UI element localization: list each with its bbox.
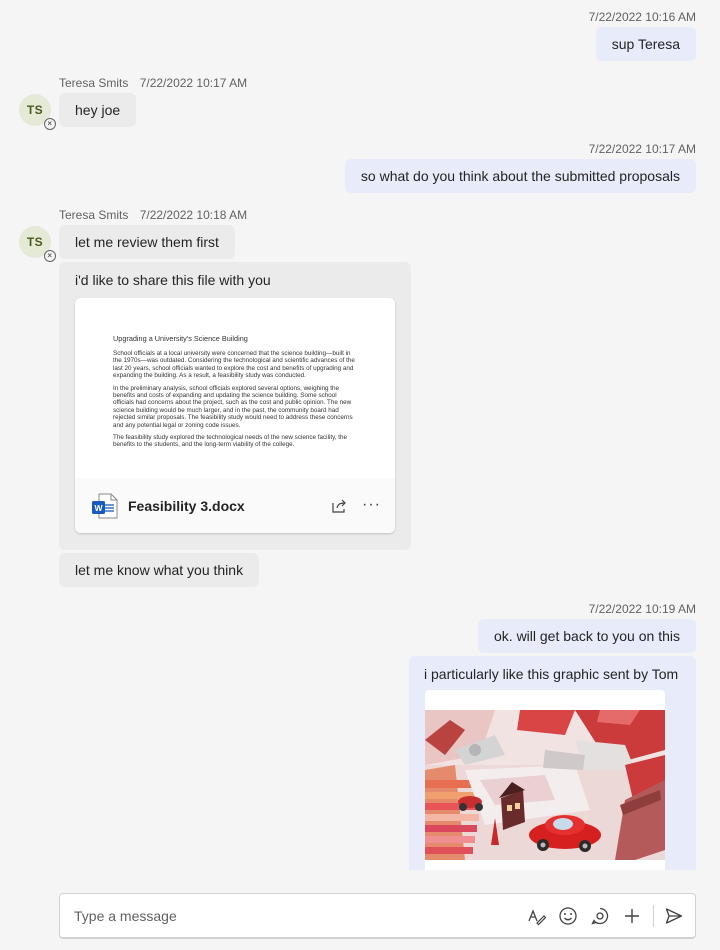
share-icon[interactable] — [331, 498, 347, 514]
sender-name: Teresa Smits — [59, 208, 129, 222]
toolbar-divider — [653, 905, 654, 927]
incoming-message[interactable]: let me know what you think — [59, 553, 260, 587]
message-timestamp: 7/22/2022 10:18 AM — [139, 208, 248, 222]
preview-paragraph: School officials at a local university w… — [113, 350, 355, 380]
avatar-initials: TS — [26, 235, 44, 249]
word-doc-icon: W — [92, 493, 118, 519]
preview-paragraph: In the preliminary analysis, school offi… — [113, 384, 353, 429]
image-attachment[interactable] — [425, 690, 665, 870]
file-footer: W Feasibility 3.docx ··· — [75, 478, 395, 533]
outgoing-message[interactable]: sup Teresa — [595, 27, 696, 61]
incoming-message[interactable]: let me review them first — [59, 225, 235, 259]
message-timestamp: 7/22/2022 10:17 AM — [588, 142, 696, 156]
message-header: Teresa Smits 7/22/2022 10:17 AM — [59, 76, 247, 90]
shared-graphic-image[interactable] — [425, 710, 665, 860]
message-timestamp: 7/22/2022 10:16 AM — [588, 10, 696, 24]
avatar-initials: TS — [26, 103, 44, 117]
preview-paragraph: The feasibility study explored the techn… — [113, 434, 348, 449]
loop-component-icon[interactable] — [590, 906, 610, 926]
message-input[interactable]: Type a message — [74, 908, 177, 924]
file-attachment-card[interactable]: Upgrading a University's Science Buildin… — [75, 298, 395, 533]
message-timestamp: 7/22/2022 10:19 AM — [588, 602, 696, 616]
emoji-icon[interactable] — [558, 906, 578, 926]
offline-status-icon: × — [44, 118, 56, 130]
file-name[interactable]: Feasibility 3.docx — [128, 498, 245, 514]
svg-text:W: W — [94, 503, 103, 513]
message-text: i'd like to share this file with you — [75, 272, 271, 288]
message-header: Teresa Smits 7/22/2022 10:18 AM — [59, 208, 247, 222]
offline-status-icon: × — [44, 250, 56, 262]
format-icon[interactable] — [526, 906, 546, 926]
compose-box[interactable]: Type a message — [59, 893, 696, 939]
more-options-icon[interactable]: ··· — [362, 496, 381, 514]
incoming-message[interactable]: hey joe — [59, 93, 137, 127]
document-preview[interactable]: Upgrading a University's Science Buildin… — [75, 298, 395, 478]
sender-name: Teresa Smits — [59, 76, 129, 90]
outgoing-message[interactable]: ok. will get back to you on this — [478, 619, 696, 653]
avatar[interactable]: TS × — [19, 94, 56, 130]
chat-pane: 7/22/2022 10:16 AM sup Teresa Teresa Smi… — [0, 0, 720, 870]
send-icon[interactable] — [664, 906, 684, 926]
avatar[interactable]: TS × — [19, 226, 56, 262]
message-timestamp: 7/22/2022 10:17 AM — [139, 76, 248, 90]
outgoing-message[interactable]: so what do you think about the submitted… — [344, 159, 696, 193]
add-icon[interactable] — [622, 906, 642, 926]
preview-title: Upgrading a University's Science Buildin… — [113, 334, 248, 343]
outgoing-message-with-image[interactable]: i particularly like this graphic sent by… — [409, 656, 696, 870]
message-text: i particularly like this graphic sent by… — [424, 666, 679, 682]
incoming-message-with-file[interactable]: i'd like to share this file with you Upg… — [59, 262, 411, 550]
